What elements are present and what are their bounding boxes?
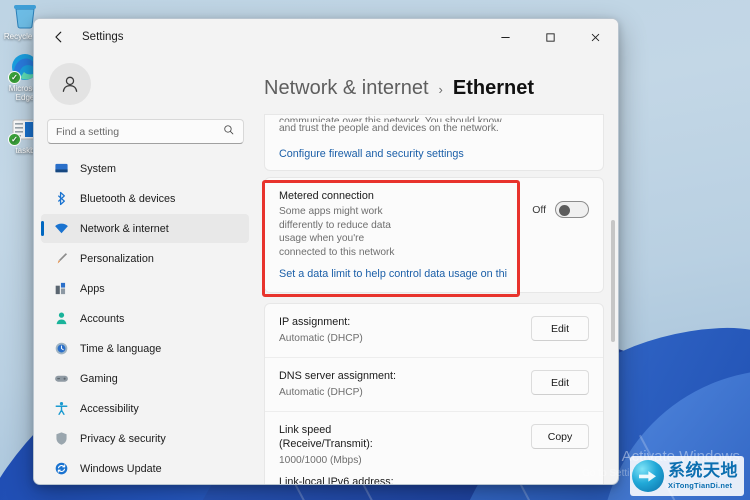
network-profile-card: communicate over this network. You shoul…: [264, 114, 604, 171]
breadcrumb: Network & internet › Ethernet: [256, 55, 618, 114]
app-title: Settings: [82, 31, 124, 43]
sidebar-item-label: Personalization: [80, 253, 154, 265]
clipped-ipv6-label: Link-local IPv6 address:: [279, 475, 394, 484]
main-content: Network & internet › Ethernet communicat…: [256, 55, 618, 484]
sidebar-item-label: Accessibility: [80, 403, 139, 415]
metered-connection-row: Metered connection Some apps might work …: [265, 178, 603, 263]
desktop: Recycle Bin ✓ Microsoft Edge ✓ taskb: [0, 0, 750, 500]
sidebar-item-windows-update[interactable]: Windows Update: [41, 454, 249, 483]
metered-toggle-state-label: Off: [532, 204, 546, 216]
sidebar: System Bluetooth & devices: [34, 55, 256, 484]
ip-assignment-row: IP assignment: Automatic (DHCP) Edit: [265, 304, 603, 358]
metered-connection-description: Some apps might work differently to redu…: [279, 205, 397, 259]
bluetooth-icon: [53, 191, 69, 207]
vertical-scrollbar[interactable]: [611, 120, 615, 478]
dns-assignment-row: DNS server assignment: Automatic (DHCP) …: [265, 358, 603, 412]
gamepad-icon: [53, 371, 69, 387]
ip-assignment-label: IP assignment:: [279, 315, 363, 329]
clock-icon: [53, 341, 69, 357]
sidebar-item-label: Bluetooth & devices: [80, 193, 175, 205]
dns-assignment-edit-button[interactable]: Edit: [531, 370, 589, 395]
user-profile[interactable]: [41, 55, 249, 115]
paintbrush-icon: [53, 251, 69, 267]
sidebar-nav: System Bluetooth & devices: [41, 154, 249, 483]
sidebar-item-label: Gaming: [80, 373, 118, 385]
sidebar-item-personalization[interactable]: Personalization: [41, 244, 249, 273]
settings-window: Settings: [33, 18, 619, 485]
site-watermark-logo: 系统天地 XiTongTianDi.net: [630, 456, 744, 496]
sidebar-item-label: Apps: [80, 283, 105, 295]
wifi-icon: [53, 221, 69, 237]
set-data-limit-link[interactable]: Set a data limit to help control data us…: [279, 267, 589, 281]
sidebar-item-privacy-security[interactable]: Privacy & security: [41, 424, 249, 453]
minimize-button[interactable]: [483, 19, 528, 55]
breadcrumb-parent[interactable]: Network & internet: [264, 77, 429, 100]
window-titlebar: Settings: [34, 19, 618, 55]
search-setting-box[interactable]: [47, 119, 244, 144]
site-logo-mark-icon: [632, 460, 664, 492]
network-properties-card: IP assignment: Automatic (DHCP) Edit DNS…: [264, 303, 604, 484]
metered-connection-toggle-group[interactable]: Off: [532, 201, 589, 218]
sidebar-item-network-internet[interactable]: Network & internet: [41, 214, 249, 243]
data-limit-row: Set a data limit to help control data us…: [265, 263, 603, 292]
shield-icon: [53, 431, 69, 447]
metered-connection-toggle[interactable]: [555, 201, 589, 218]
settings-scroll-area[interactable]: communicate over this network. You shoul…: [256, 114, 618, 484]
network-profile-row: communicate over this network. You shoul…: [265, 115, 603, 170]
sidebar-item-apps[interactable]: Apps: [41, 274, 249, 303]
metered-connection-card: Metered connection Some apps might work …: [264, 177, 604, 293]
metered-connection-title: Metered connection: [279, 189, 397, 203]
sidebar-item-label: System: [80, 163, 116, 175]
site-logo-chinese-text: 系统天地: [668, 463, 738, 480]
site-logo-url-text: XiTongTianDi.net: [668, 482, 738, 490]
toggle-knob: [559, 205, 570, 216]
ip-assignment-edit-button[interactable]: Edit: [531, 316, 589, 341]
update-icon: [53, 461, 69, 477]
sidebar-item-label: Network & internet: [80, 223, 169, 235]
network-profile-description: and trust the people and devices on the …: [279, 122, 589, 136]
link-speed-label: Link speed (Receive/Transmit):: [279, 423, 394, 451]
search-icon: [223, 124, 235, 139]
sidebar-item-label: Windows Update: [80, 463, 162, 475]
close-button[interactable]: [573, 19, 618, 55]
ip-assignment-value: Automatic (DHCP): [279, 332, 363, 346]
window-controls: [483, 19, 618, 55]
clipped-description-line: communicate over this network. You shoul…: [279, 115, 589, 122]
breadcrumb-current: Ethernet: [453, 77, 534, 100]
sidebar-item-accessibility[interactable]: Accessibility: [41, 394, 249, 423]
dns-assignment-label: DNS server assignment:: [279, 369, 396, 383]
monitor-icon: [53, 161, 69, 177]
sidebar-item-label: Accounts: [80, 313, 124, 325]
scrollbar-thumb[interactable]: [611, 220, 615, 342]
maximize-button[interactable]: [528, 19, 573, 55]
sidebar-item-label: Privacy & security: [80, 433, 166, 445]
search-input[interactable]: [56, 126, 223, 138]
sidebar-item-system[interactable]: System: [41, 154, 249, 183]
person-icon: [53, 311, 69, 327]
back-button[interactable]: [44, 23, 74, 51]
sidebar-item-label: Time & language: [80, 343, 161, 355]
breadcrumb-separator-icon: ›: [439, 82, 443, 97]
configure-firewall-link[interactable]: Configure firewall and security settings: [279, 147, 589, 161]
accessibility-icon: [53, 401, 69, 417]
dns-assignment-value: Automatic (DHCP): [279, 386, 396, 400]
sidebar-item-bluetooth-devices[interactable]: Bluetooth & devices: [41, 184, 249, 213]
link-speed-row: Link speed (Receive/Transmit): 1000/1000…: [265, 412, 603, 484]
avatar: [49, 63, 91, 105]
link-speed-copy-button[interactable]: Copy: [531, 424, 589, 449]
sidebar-item-time-language[interactable]: Time & language: [41, 334, 249, 363]
sync-check-badge: ✓: [8, 71, 21, 84]
apps-icon: [53, 281, 69, 297]
sidebar-item-gaming[interactable]: Gaming: [41, 364, 249, 393]
link-speed-value: 1000/1000 (Mbps): [279, 454, 394, 468]
sidebar-item-accounts[interactable]: Accounts: [41, 304, 249, 333]
sync-check-badge: ✓: [8, 133, 21, 146]
